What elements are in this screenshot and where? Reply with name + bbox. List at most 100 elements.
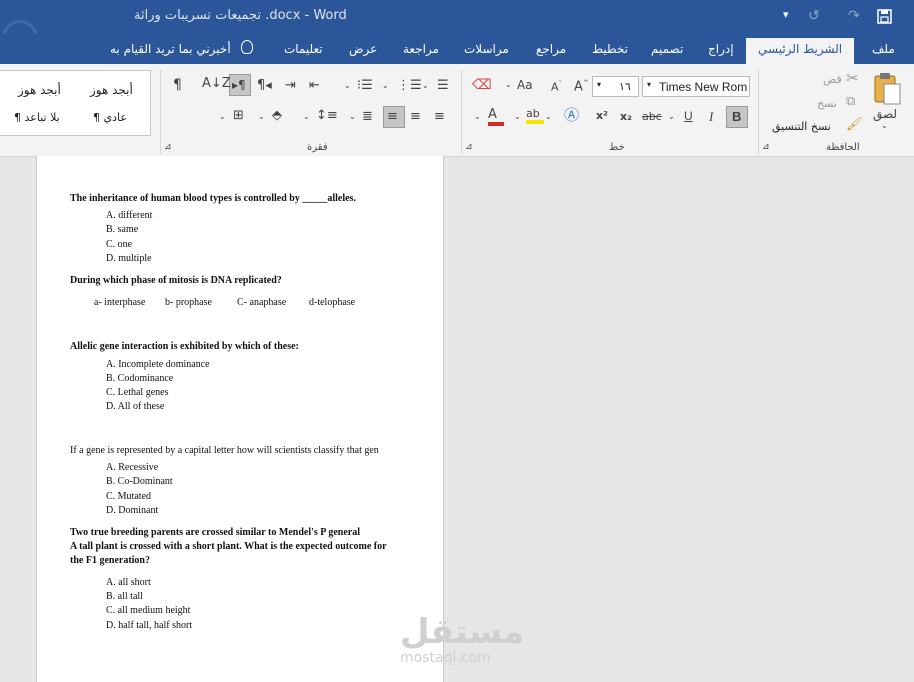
- tab-view[interactable]: عرض: [349, 42, 377, 56]
- tab-file[interactable]: ملف: [872, 42, 895, 56]
- strikethrough-button[interactable]: abc: [642, 111, 662, 122]
- format-painter-label[interactable]: نسخ التنسيق: [772, 121, 831, 132]
- line-spacing-icon[interactable]: ↕≡: [316, 109, 338, 122]
- chevron-down-icon[interactable]: ⌄: [505, 81, 512, 89]
- superscript-button[interactable]: x²: [596, 110, 608, 121]
- format-painter-icon[interactable]: 🖌: [846, 118, 863, 131]
- title-bar: تجميعات تسريبات وراثة .docx - Word ▾ ↺ ↷: [0, 0, 914, 56]
- q5-option-a: A. all short: [106, 577, 151, 588]
- q4-option-b: B. Co-Dominant: [106, 476, 173, 487]
- undo-icon[interactable]: ↺: [808, 8, 820, 24]
- q1-option-d: D. multiple: [106, 253, 152, 264]
- clear-formatting-icon[interactable]: ⌫: [472, 78, 492, 92]
- increase-indent-icon[interactable]: ⇥: [285, 79, 296, 92]
- align-right-icon[interactable]: ≡: [434, 110, 445, 123]
- q3-option-a: A. Incomplete dominance: [106, 359, 210, 370]
- text-effects-icon[interactable]: Ⓐ: [564, 108, 579, 123]
- chevron-down-icon[interactable]: ⌄: [545, 113, 552, 121]
- q2-option-a: a- interphase: [94, 297, 146, 308]
- numbering-icon[interactable]: ⋮☰: [397, 79, 422, 92]
- borders-icon[interactable]: ⊞: [233, 109, 244, 122]
- grow-font-icon[interactable]: A^: [574, 80, 589, 94]
- chevron-down-icon[interactable]: ⌄: [349, 113, 356, 121]
- paste-button-label[interactable]: لصق: [873, 108, 897, 120]
- chevron-down-icon[interactable]: ⌄: [258, 113, 265, 121]
- separator: [160, 70, 161, 154]
- font-size-combobox[interactable]: ▾ ١٦: [592, 76, 639, 97]
- tab-insert[interactable]: إدراج: [708, 42, 734, 56]
- justify-icon[interactable]: ≣: [362, 110, 373, 123]
- q3-option-b: B. Codominance: [106, 373, 174, 384]
- cut-icon[interactable]: ✂: [846, 71, 859, 86]
- paragraph-launcher-icon[interactable]: ⊿: [164, 143, 172, 152]
- paste-dropdown-icon[interactable]: ⌄: [881, 122, 888, 130]
- save-icon[interactable]: [877, 9, 892, 24]
- q2-option-c: C- anaphase: [237, 297, 287, 308]
- question-5-line-3: the F1 generation?: [70, 555, 150, 566]
- bullets-icon[interactable]: ⁝☰: [357, 79, 373, 92]
- decrease-indent-icon[interactable]: ⇤: [309, 79, 320, 92]
- chevron-down-icon[interactable]: ▾: [647, 80, 651, 89]
- q4-option-c: C. Mutated: [106, 491, 151, 502]
- tab-review[interactable]: مراجعة: [403, 42, 439, 56]
- cut-button-label[interactable]: قص: [823, 74, 842, 85]
- align-left-icon[interactable]: ≡: [387, 110, 398, 123]
- window-title: تجميعات تسريبات وراثة .docx - Word: [134, 8, 347, 23]
- ribbon-tabs: ملف الشريط الرئيسي إدراج تصميم تخطيط مرا…: [0, 34, 914, 64]
- style-normal[interactable]: ¶ عادي: [93, 111, 127, 124]
- tab-references[interactable]: مراجع: [536, 42, 566, 56]
- question-4: If a gene is represented by a capital le…: [70, 445, 379, 456]
- bold-button[interactable]: B: [732, 110, 741, 123]
- lightbulb-icon: [241, 40, 253, 54]
- question-5-line-1: Two true breeding parents are crossed si…: [70, 527, 360, 538]
- chevron-down-icon[interactable]: ⌄: [219, 113, 226, 121]
- q5-option-d: D. half tall, half short: [106, 620, 193, 631]
- show-marks-icon[interactable]: ¶: [173, 78, 182, 92]
- font-color-button[interactable]: A: [488, 108, 504, 126]
- style-no-spacing[interactable]: ¶ بلا تباعد: [14, 111, 60, 124]
- chevron-down-icon[interactable]: ⌄: [382, 82, 389, 90]
- italic-button[interactable]: I: [709, 110, 713, 123]
- paste-icon[interactable]: [872, 72, 902, 106]
- rtl-direction-icon[interactable]: ¶◂: [257, 79, 272, 92]
- chevron-down-icon[interactable]: ⌄: [422, 82, 429, 90]
- chevron-down-icon[interactable]: ⌄: [303, 113, 310, 121]
- tab-home[interactable]: الشريط الرئيسي: [746, 38, 855, 64]
- chevron-down-icon[interactable]: ▾: [597, 80, 601, 89]
- copy-icon[interactable]: ⧉: [846, 95, 855, 108]
- q3-option-c: C. Lethal genes: [106, 387, 169, 398]
- sort-icon[interactable]: A↓Z: [202, 77, 231, 90]
- question-5-line-2: A tall plant is crossed with a short pla…: [70, 541, 387, 552]
- tell-me-box[interactable]: أخبرني بما تريد القيام به: [110, 42, 231, 56]
- tab-design[interactable]: تصميم: [651, 42, 683, 56]
- document-page[interactable]: The inheritance of human blood types is …: [36, 156, 444, 682]
- q2-option-b: b- prophase: [165, 297, 212, 308]
- highlight-icon[interactable]: ab: [526, 108, 544, 124]
- tab-mailings[interactable]: مراسلات: [464, 42, 509, 56]
- shrink-font-icon[interactable]: Aˇ: [551, 81, 562, 93]
- chevron-down-icon[interactable]: ⌄: [474, 113, 481, 121]
- redo-icon[interactable]: ↷: [848, 8, 860, 24]
- font-name-combobox[interactable]: ▾ Times New Rom: [642, 76, 750, 97]
- ltr-direction-icon[interactable]: ▸¶: [232, 79, 246, 91]
- font-launcher-icon[interactable]: ⊿: [465, 143, 473, 152]
- q2-option-d: d-telophase: [309, 297, 356, 308]
- font-group-label: خط: [609, 142, 625, 153]
- change-case-button[interactable]: Aa: [517, 79, 533, 91]
- question-2: During which phase of mitosis is DNA rep…: [70, 275, 282, 286]
- tab-help[interactable]: تعليمات: [284, 42, 323, 56]
- style-sample-1[interactable]: أبجد هوز: [90, 83, 133, 97]
- multilevel-list-icon[interactable]: ☰: [437, 79, 449, 92]
- customize-qat-icon[interactable]: ▾: [783, 8, 789, 21]
- chevron-down-icon[interactable]: ⌄: [668, 113, 675, 121]
- clipboard-launcher-icon[interactable]: ⊿: [762, 143, 770, 152]
- chevron-down-icon[interactable]: ⌄: [344, 82, 351, 90]
- align-center-icon[interactable]: ≡: [410, 110, 421, 123]
- shading-icon[interactable]: ⬘: [272, 109, 282, 122]
- underline-button[interactable]: U: [684, 110, 693, 122]
- chevron-down-icon[interactable]: ⌄: [514, 113, 521, 121]
- subscript-button[interactable]: x₂: [620, 111, 632, 122]
- copy-button-label[interactable]: نسخ: [817, 98, 837, 109]
- style-sample-2[interactable]: أبجد هوز: [18, 83, 61, 97]
- tab-layout[interactable]: تخطيط: [592, 42, 628, 56]
